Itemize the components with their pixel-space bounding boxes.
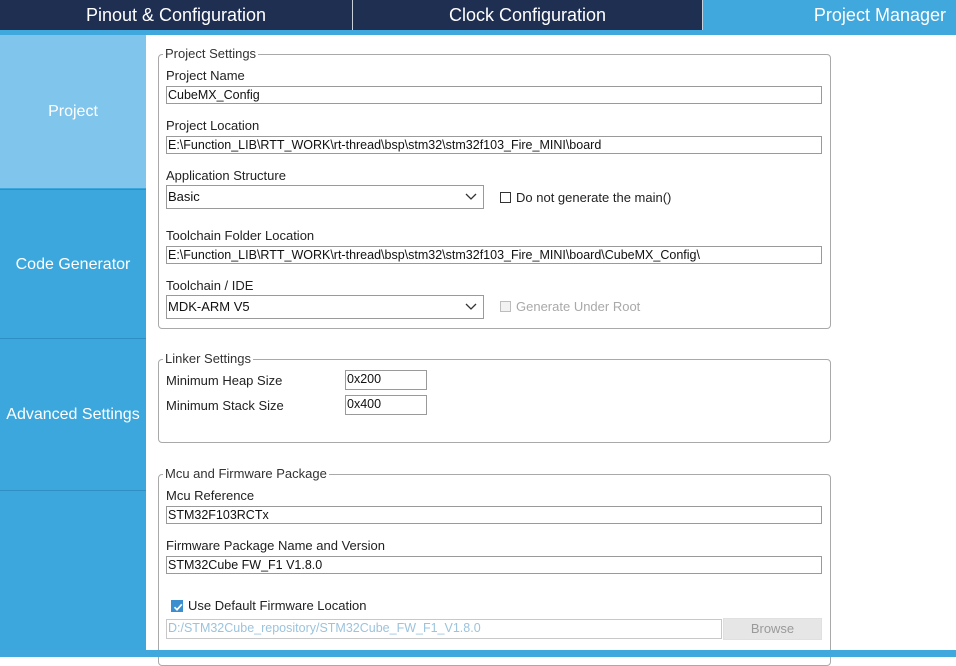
sidebar-item-project[interactable]: Project [0,35,146,188]
mcu-reference-input[interactable]: STM32F103RCTx [166,506,822,524]
project-settings-group: Project Settings Project Name CubeMX_Con… [158,46,831,329]
chevron-down-icon [465,193,477,200]
tab-clock-configuration[interactable]: Clock Configuration [353,0,703,30]
project-location-input[interactable]: E:\Function_LIB\RTT_WORK\rt-thread\bsp\s… [166,136,822,154]
sidebar-empty-area [0,490,146,658]
sidebar: Project Code Generator Advanced Settings [0,35,146,657]
use-default-firmware-checkbox[interactable] [171,600,183,612]
browse-button[interactable]: Browse [723,618,822,640]
no-main-label: Do not generate the main() [516,190,672,205]
toolchain-ide-label: Toolchain / IDE [166,278,254,293]
mcu-firmware-legend: Mcu and Firmware Package [163,466,329,482]
toolchain-ide-value: MDK-ARM V5 [168,299,250,314]
application-structure-value: Basic [168,189,200,204]
min-heap-size-label: Minimum Heap Size [166,373,283,388]
min-stack-size-input[interactable]: 0x400 [345,395,427,415]
linker-settings-legend: Linker Settings [163,351,253,367]
chevron-down-icon [465,303,477,310]
toolchain-folder-label: Toolchain Folder Location [166,228,315,243]
top-tab-bar: Pinout & Configuration Clock Configurati… [0,0,956,30]
checkmark-icon [173,603,183,611]
project-location-label: Project Location [166,118,260,133]
tab-pinout-configuration[interactable]: Pinout & Configuration [0,0,353,30]
firmware-package-input[interactable]: STM32Cube FW_F1 V1.8.0 [166,556,822,574]
project-name-input[interactable]: CubeMX_Config [166,86,822,104]
min-stack-size-label: Minimum Stack Size [166,398,284,413]
project-name-label: Project Name [166,68,245,83]
use-default-firmware-label: Use Default Firmware Location [188,598,367,613]
bottom-status-bar [0,650,956,657]
sidebar-item-advanced-settings[interactable]: Advanced Settings [0,338,146,491]
firmware-package-label: Firmware Package Name and Version [166,538,385,553]
generate-under-root-checkbox[interactable] [500,301,511,312]
toolchain-folder-input[interactable]: E:\Function_LIB\RTT_WORK\rt-thread\bsp\s… [166,246,822,264]
mcu-firmware-group: Mcu and Firmware Package Mcu Reference S… [158,466,831,666]
no-main-checkbox[interactable] [500,192,511,203]
mcu-reference-label: Mcu Reference [166,488,255,503]
toolchain-ide-select[interactable]: MDK-ARM V5 [166,295,484,319]
main-content: Project Settings Project Name CubeMX_Con… [146,35,956,666]
firmware-location-input[interactable]: D:/STM32Cube_repository/STM32Cube_FW_F1_… [166,619,722,639]
generate-under-root-label: Generate Under Root [516,299,641,314]
application-structure-select[interactable]: Basic [166,185,484,209]
linker-settings-group: Linker Settings Minimum Heap Size 0x200 … [158,351,831,443]
sidebar-item-code-generator[interactable]: Code Generator [0,189,146,339]
min-heap-size-input[interactable]: 0x200 [345,370,427,390]
project-settings-legend: Project Settings [163,46,259,62]
tab-project-manager[interactable]: Project Manager [703,0,956,30]
application-structure-label: Application Structure [166,168,286,183]
